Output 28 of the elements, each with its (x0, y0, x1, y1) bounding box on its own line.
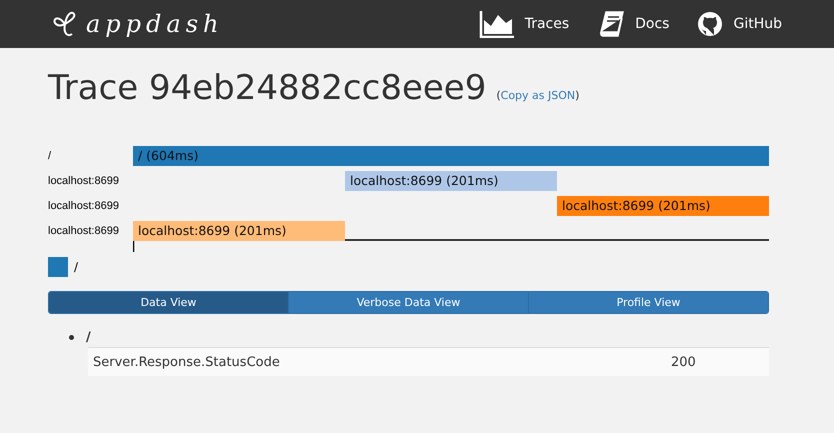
view-tab[interactable]: Verbose Data View (288, 292, 528, 313)
data-key: Server.Response.StatusCode (93, 354, 671, 370)
nav-link[interactable]: GitHub (697, 11, 782, 37)
view-tab[interactable]: Data View (49, 292, 288, 313)
paren-text: ) (575, 89, 580, 102)
nav-link[interactable]: Traces (478, 10, 570, 38)
legend-label: / (74, 260, 78, 274)
view-tab[interactable]: Profile View (528, 292, 768, 313)
data-value: 200 (671, 354, 696, 370)
book-icon (597, 10, 626, 38)
area-chart-icon (478, 10, 515, 38)
nav-link[interactable]: Docs (597, 10, 670, 38)
span-name: / (86, 330, 91, 344)
span-bar[interactable]: localhost:8699 (201ms) (133, 221, 345, 241)
trace-title: Trace 94eb24882cc8eee9 (48, 68, 486, 108)
loop-logo-icon[interactable] (52, 10, 78, 38)
span-label: localhost:8699 (48, 175, 120, 187)
copy-json-link[interactable]: Copy as JSON (500, 89, 576, 102)
github-icon (697, 11, 724, 37)
span-bar[interactable]: localhost:8699 (201ms) (557, 196, 769, 216)
paren-text: ( (496, 89, 501, 102)
span-label: localhost:8699 (48, 225, 120, 237)
span-label: / (48, 150, 52, 162)
bullet-icon (69, 334, 74, 340)
span-bar[interactable]: / (604ms) (133, 146, 769, 166)
span-label: localhost:8699 (48, 200, 120, 212)
span-bar[interactable]: localhost:8699 (201ms) (345, 171, 557, 191)
app-logo[interactable]: appdash (86, 10, 224, 38)
